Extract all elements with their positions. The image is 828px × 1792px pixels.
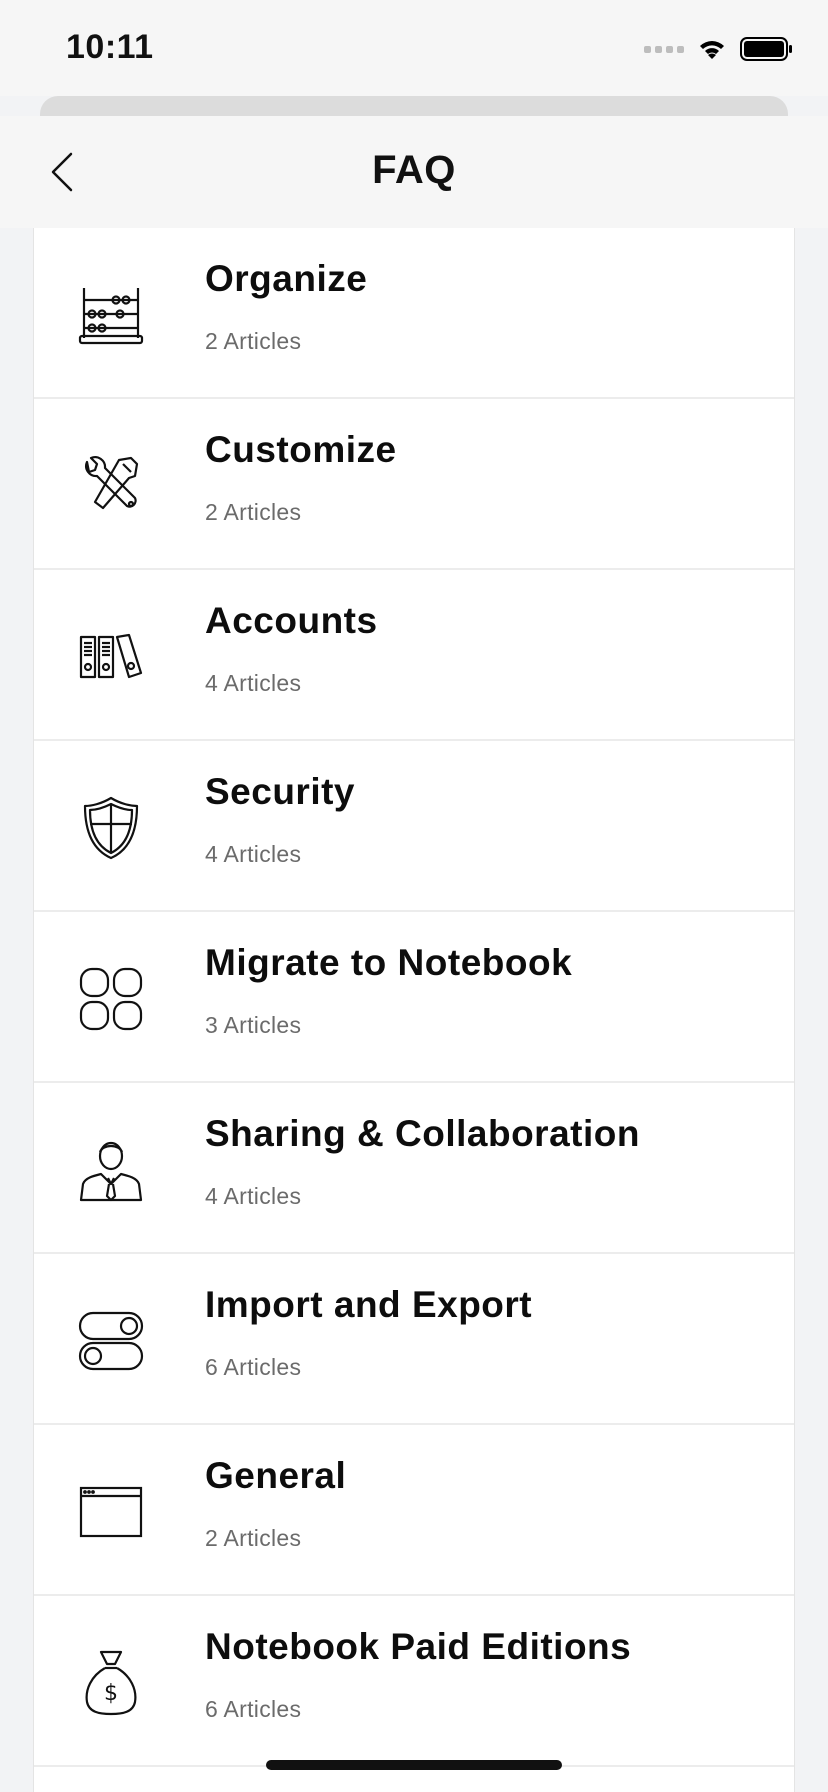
category-title: Organize [205, 258, 368, 299]
binders-icon [76, 622, 146, 692]
navigation-bar: FAQ [0, 116, 828, 228]
article-count: 6 Articles [205, 1696, 302, 1722]
category-row-import-export[interactable]: Import and Export 6 Articles [34, 1254, 794, 1425]
wifi-icon [700, 41, 724, 59]
sheet-background-edge [40, 96, 788, 116]
svg-text:$: $ [104, 1681, 118, 1706]
article-count: 2 Articles [205, 499, 302, 525]
window-icon [76, 1477, 146, 1547]
status-bar: 10:11 [0, 0, 828, 96]
shield-icon [76, 793, 146, 863]
tools-icon [76, 451, 146, 521]
grid-icon [76, 964, 146, 1034]
category-row-security[interactable]: Security 4 Articles [34, 741, 794, 912]
article-count: 4 Articles [205, 1183, 302, 1209]
category-title: Import and Export [205, 1284, 533, 1325]
article-count: 4 Articles [205, 670, 302, 696]
category-title: Accounts [205, 600, 378, 641]
category-title: Customize [205, 429, 397, 470]
article-count: 2 Articles [205, 328, 302, 354]
category-title: Sharing & Collaboration [205, 1113, 640, 1154]
page-title: FAQ [372, 148, 456, 192]
home-indicator[interactable] [266, 1760, 562, 1770]
category-row-accounts[interactable]: Accounts 4 Articles [34, 570, 794, 741]
category-title: Security [205, 771, 356, 812]
category-title: Migrate to Notebook [205, 942, 573, 983]
money-bag-icon: $ [76, 1648, 146, 1718]
person-icon [76, 1135, 146, 1205]
article-count: 2 Articles [205, 1525, 302, 1551]
battery-icon [740, 37, 792, 61]
article-count: 3 Articles [205, 1012, 302, 1038]
cellular-signal-icon [644, 45, 684, 53]
category-row-customize[interactable]: Customize 2 Articles [34, 399, 794, 570]
toggles-icon [76, 1306, 146, 1376]
category-title: Notebook Paid Editions [205, 1626, 632, 1667]
category-row-general[interactable]: General 2 Articles [34, 1425, 794, 1596]
category-title: General [205, 1455, 347, 1496]
status-icons [644, 36, 794, 62]
category-row-organize[interactable]: Organize 2 Articles [34, 228, 794, 399]
status-time: 10:11 [66, 28, 154, 66]
abacus-icon [76, 280, 146, 350]
article-count: 6 Articles [205, 1354, 302, 1380]
category-row-sharing[interactable]: Sharing & Collaboration 4 Articles [34, 1083, 794, 1254]
category-row-migrate[interactable]: Migrate to Notebook 3 Articles [34, 912, 794, 1083]
category-row-paid-editions[interactable]: $ Notebook Paid Editions 6 Articles [34, 1596, 794, 1767]
faq-category-list: Organize 2 Articles Customize 2 Articles [33, 228, 795, 1792]
article-count: 4 Articles [205, 841, 302, 867]
